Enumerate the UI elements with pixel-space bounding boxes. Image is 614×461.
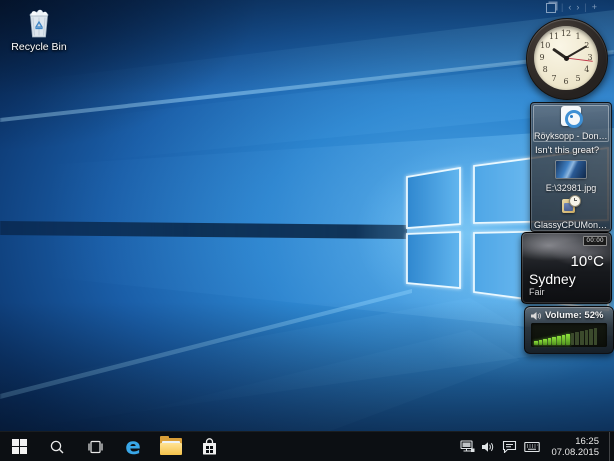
gadget-add-icon[interactable]: + <box>592 2 597 12</box>
windows-desktop: Recycle Bin | ‹ › | + 121234567891011 Rö… <box>0 0 614 461</box>
toolbar-divider: | <box>584 2 586 12</box>
gadget-toolbar: | ‹ › | + <box>546 1 597 13</box>
file-explorer-button[interactable] <box>152 432 190 461</box>
tray-date: 07.08.2015 <box>551 447 599 458</box>
stack-item-cpu-monitor[interactable]: GlassyCPUMonitor... <box>533 194 609 231</box>
task-view-icon <box>87 440 104 454</box>
edge-browser-button[interactable]: e <box>114 432 152 461</box>
toolbar-divider: | <box>561 2 563 12</box>
stack-item-label: GlassyCPUMonitor... <box>534 220 608 230</box>
wallpaper-vignette <box>0 0 614 431</box>
action-center-icon[interactable] <box>502 440 517 453</box>
recycle-bin-glyph <box>24 8 54 40</box>
clock-numeral: 8 <box>539 64 551 76</box>
gadget-prev-icon[interactable]: ‹ <box>568 2 571 12</box>
volume-bar <box>534 341 538 345</box>
clock-numeral: 6 <box>560 76 572 88</box>
recycle-bin-icon[interactable]: Recycle Bin <box>8 8 70 53</box>
weather-condition: Fair <box>529 287 545 297</box>
volume-bars <box>531 323 607 347</box>
edge-icon: e <box>125 436 141 458</box>
weather-temperature: 10°C <box>570 253 604 270</box>
clock-numeral: 2 <box>581 40 593 52</box>
speaker-icon <box>531 311 542 321</box>
volume-label: Volume: 52% <box>545 310 603 321</box>
clock-face: 121234567891011 <box>534 26 598 90</box>
volume-bar <box>566 334 570 345</box>
volume-bar <box>585 330 589 345</box>
clock-numeral: 12 <box>560 28 572 40</box>
stack-item-image[interactable]: E:\32981.jpg <box>533 160 609 194</box>
volume-bar <box>548 338 552 345</box>
store-button[interactable] <box>190 432 228 461</box>
volume-bar <box>562 335 566 345</box>
clock-numeral: 5 <box>572 73 584 85</box>
cpu-monitor-icon <box>561 195 581 215</box>
volume-bar <box>589 329 593 345</box>
desktop-wallpaper <box>0 0 614 431</box>
search-button[interactable] <box>38 432 76 461</box>
windows-start-icon <box>12 439 27 454</box>
clock-numeral: 3 <box>584 52 596 64</box>
weather-mini-clock-badge: 00:00 <box>583 236 607 246</box>
cpu-monitor-icon-clock <box>569 195 581 207</box>
volume-gadget[interactable]: Volume: 52% <box>524 306 614 354</box>
taskbar-empty-area[interactable] <box>228 432 454 461</box>
task-view-button[interactable] <box>76 432 114 461</box>
start-button[interactable] <box>0 432 38 461</box>
stack-item-note[interactable]: Isn't this great? <box>533 142 609 160</box>
volume-header: Volume: 52% <box>525 307 613 322</box>
recycle-bin-label: Recycle Bin <box>8 41 70 53</box>
network-icon[interactable] <box>460 440 475 453</box>
stack-item-music[interactable]: Röyksopp - Don't... <box>533 105 609 142</box>
taskbar-clock[interactable]: 16:25 07.08.2015 <box>547 436 603 458</box>
system-tray: 16:25 07.08.2015 <box>454 432 609 461</box>
volume-bar <box>552 337 556 345</box>
volume-bar <box>543 339 547 345</box>
search-icon <box>49 439 65 455</box>
stack-gadget: Röyksopp - Don't... Isn't this great? E:… <box>530 102 612 232</box>
weather-city: Sydney <box>529 271 576 287</box>
clock-numeral: 9 <box>536 52 548 64</box>
volume-bar <box>575 332 579 345</box>
volume-bar <box>580 331 584 345</box>
volume-bar <box>594 328 598 345</box>
file-explorer-icon <box>160 438 182 455</box>
gadget-gallery-icon[interactable] <box>546 3 556 13</box>
volume-bar <box>571 333 575 345</box>
music-app-icon <box>561 106 581 126</box>
show-desktop-button[interactable] <box>609 432 614 461</box>
stack-item-label: E:\32981.jpg <box>534 183 608 193</box>
touch-keyboard-icon[interactable] <box>524 441 540 453</box>
stack-item-label: Röyksopp - Don't... <box>534 131 608 141</box>
clock-center-cap <box>564 56 569 61</box>
image-thumbnail <box>556 161 586 178</box>
gadget-next-icon[interactable]: › <box>576 2 579 12</box>
clock-gadget[interactable]: 121234567891011 <box>526 18 608 100</box>
volume-bar <box>539 340 543 345</box>
folder-front <box>160 443 182 455</box>
store-icon <box>201 438 218 456</box>
volume-tray-icon[interactable] <box>482 441 495 453</box>
volume-bar <box>557 336 561 345</box>
note-text: Isn't this great? <box>534 143 608 159</box>
clock-numeral: 11 <box>548 31 560 43</box>
weather-gadget[interactable]: 00:00 10°C Sydney Fair <box>521 232 612 304</box>
taskbar: e <box>0 431 614 461</box>
tray-time: 16:25 <box>551 436 599 447</box>
